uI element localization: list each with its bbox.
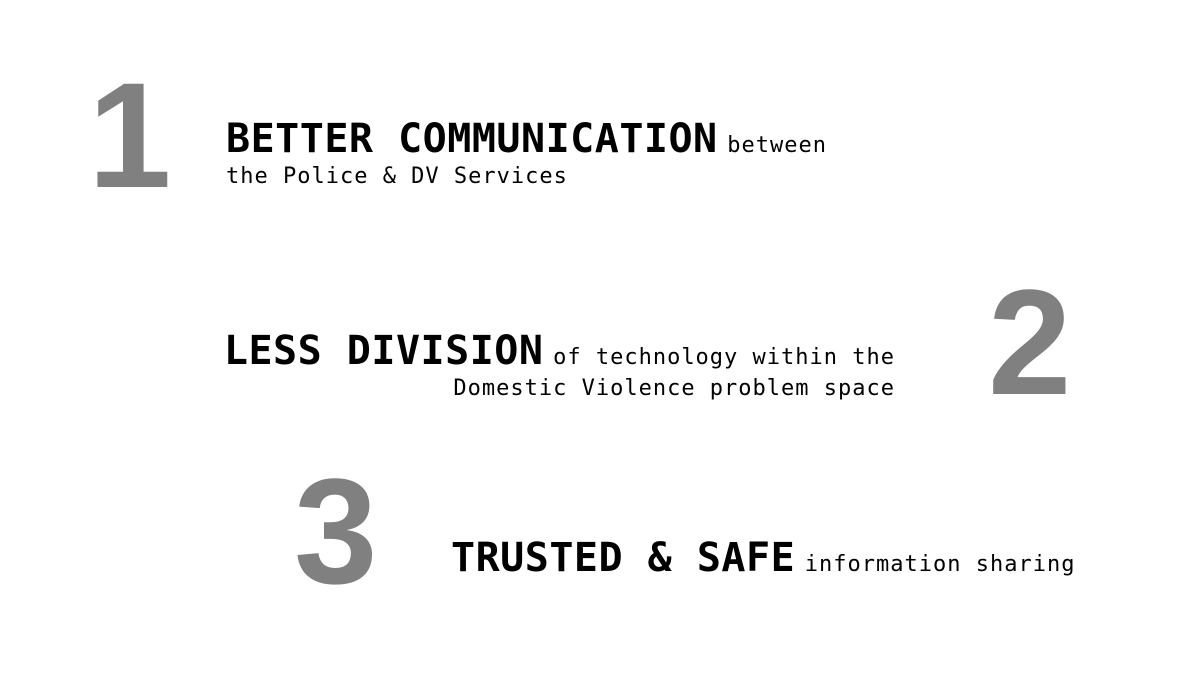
item-2-text-inline: of technology within the — [553, 345, 895, 370]
item-2-line1: LESS DIVISION of technology within the — [189, 328, 895, 374]
item-1-text-line2: the Police & DV Services — [226, 164, 568, 189]
item-1-heading: BETTER COMMUNICATION — [226, 116, 718, 162]
item-3-line1: TRUSTED & SAFE information sharing — [451, 535, 1075, 581]
item-1-line1: BETTER COMMUNICATION between — [226, 116, 827, 162]
item-2-text-line2: Domestic Violence problem space — [453, 376, 895, 401]
item-number-1: 1 — [88, 51, 172, 219]
item-2-heading: LESS DIVISION — [223, 328, 544, 374]
item-3: TRUSTED & SAFE information sharing — [451, 535, 1075, 581]
item-3-heading: TRUSTED & SAFE — [451, 535, 796, 581]
item-number-2: 2 — [988, 258, 1072, 426]
item-1: BETTER COMMUNICATION between the Police … — [226, 116, 827, 189]
item-number-3: 3 — [294, 447, 378, 615]
item-3-text-inline: information sharing — [804, 552, 1076, 577]
item-2: LESS DIVISION of technology within the D… — [189, 328, 895, 401]
item-1-text-inline: between — [727, 133, 827, 158]
